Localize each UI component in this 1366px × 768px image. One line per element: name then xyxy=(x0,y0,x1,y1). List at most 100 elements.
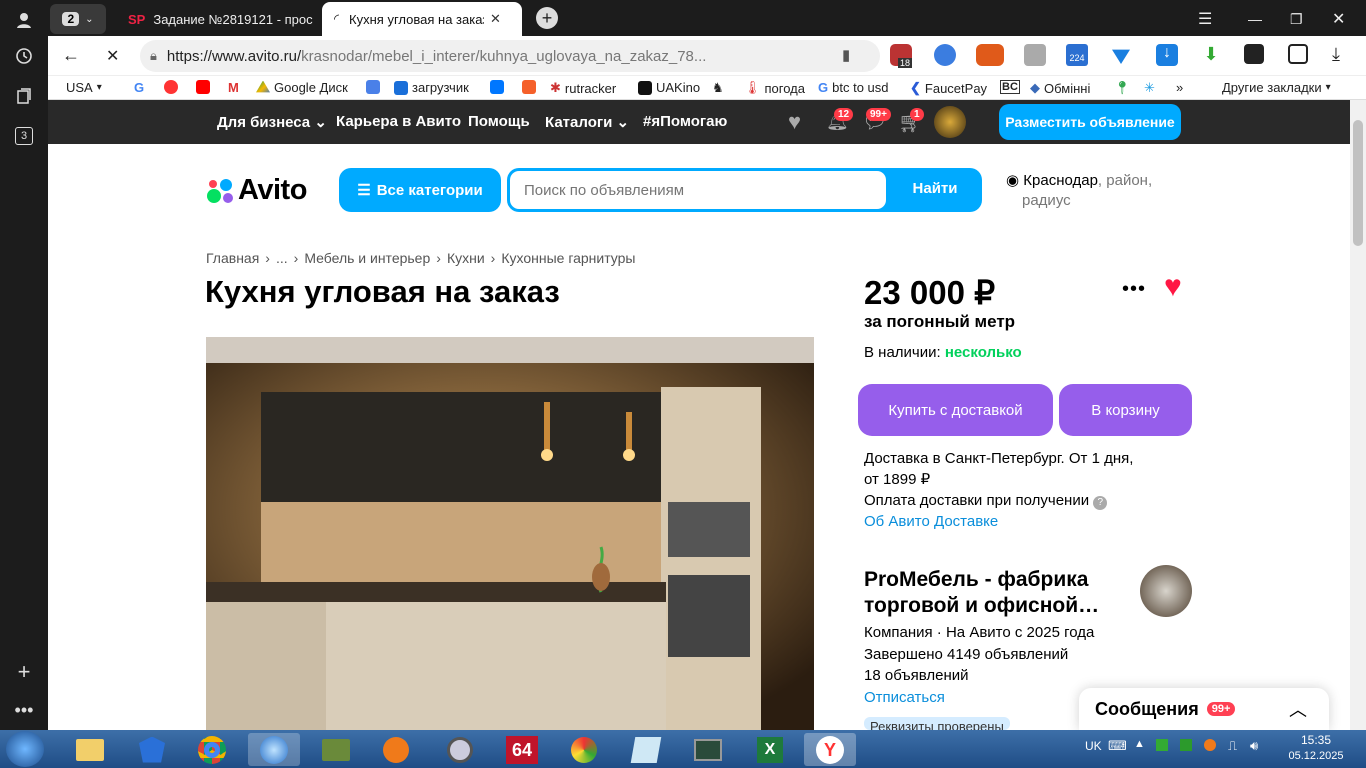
ext-code-icon[interactable] xyxy=(1244,44,1264,64)
more-options-icon[interactable]: ••• xyxy=(1122,278,1146,301)
aida64-taskbar-icon[interactable]: 64 xyxy=(496,733,548,766)
seller-name[interactable]: ProМебель - фабрика торговой и офисной… xyxy=(864,567,1099,619)
nav-help-campaign[interactable]: #яПомогаю xyxy=(643,113,727,130)
tray-app-icon[interactable] xyxy=(1180,739,1192,751)
ext-archive-icon[interactable] xyxy=(1024,44,1046,66)
bookmark-drive[interactable]: Google Диск xyxy=(256,80,348,95)
breadcrumb-ellipsis[interactable]: ... xyxy=(276,250,288,266)
scrollbar[interactable] xyxy=(1350,100,1366,730)
history-icon[interactable] xyxy=(10,42,38,70)
bookmark-loader[interactable]: загрузчик xyxy=(394,80,469,95)
profile-icon[interactable] xyxy=(10,6,38,34)
language-indicator[interactable]: UK xyxy=(1085,739,1102,753)
bookmark-faucetpay[interactable]: ❮ FaucetPay xyxy=(910,80,987,96)
tray-app-icon[interactable] xyxy=(1204,739,1216,751)
bookmark-bc[interactable]: BC xyxy=(1000,80,1020,94)
bookmark-rutracker[interactable]: ✱ rutracker xyxy=(550,80,616,96)
nav-catalogs[interactable]: Каталоги ⌄ xyxy=(545,113,629,131)
bookmark-yandex[interactable] xyxy=(164,80,178,94)
ext-download-icon[interactable]: ↓ xyxy=(1156,44,1178,66)
other-bookmarks[interactable]: Другие закладки ▾ xyxy=(1222,80,1331,95)
chevron-up-icon[interactable]: ︿ xyxy=(1289,696,1307,722)
ext-calendar-icon[interactable]: 224 xyxy=(1066,44,1088,66)
player-taskbar-icon[interactable] xyxy=(370,733,422,766)
paint-taskbar-icon[interactable] xyxy=(558,733,610,766)
clock-taskbar-icon[interactable] xyxy=(434,733,486,766)
media-taskbar-icon[interactable] xyxy=(310,733,362,766)
ext-18-icon[interactable]: 18 xyxy=(890,44,912,68)
chrome-taskbar-icon[interactable] xyxy=(186,733,238,766)
close-window-icon[interactable]: ✕ xyxy=(1332,4,1345,34)
bookmark-chess[interactable]: ♞ xyxy=(712,80,724,96)
buy-with-delivery-button[interactable]: Купить с доставкой xyxy=(858,384,1053,436)
more-bookmarks-icon[interactable]: » xyxy=(1176,80,1183,95)
explorer-taskbar-icon[interactable] xyxy=(64,733,116,766)
bookmark-usa[interactable]: USA ▾ xyxy=(66,80,102,95)
tab-group[interactable]: 2 ⌄ xyxy=(50,4,106,34)
seller-avatar[interactable] xyxy=(1140,565,1192,617)
bookmark-btc[interactable]: Gbtc to usd xyxy=(818,80,889,95)
clock-date[interactable]: 05.12.2025 xyxy=(1284,750,1348,762)
new-tab-button[interactable]: + xyxy=(536,7,558,29)
bookmark-google[interactable]: G xyxy=(134,80,144,95)
bookmark-translate[interactable] xyxy=(366,80,380,94)
ext-office-icon[interactable] xyxy=(1288,44,1308,64)
clock-time[interactable]: 15:35 xyxy=(1290,733,1342,747)
unsubscribe-link[interactable]: Отписаться xyxy=(864,687,1094,709)
favorite-heart-icon[interactable]: ♥ xyxy=(1164,270,1182,304)
tab-active[interactable]: ◜ Кухня угловая на заказ ✕ xyxy=(322,2,522,36)
menu-icon[interactable]: ☰ xyxy=(1198,4,1212,34)
breadcrumb-home[interactable]: Главная xyxy=(206,250,259,266)
post-ad-button[interactable]: Разместить объявление xyxy=(999,104,1181,140)
breadcrumb-sets[interactable]: Кухонные гарнитуры xyxy=(501,250,635,266)
url-field[interactable]: 🔒︎ https://www.avito.ru/ krasnodar/mebel… xyxy=(140,40,880,72)
ext-speed-icon[interactable] xyxy=(976,44,1004,66)
messages-widget[interactable]: Сообщения 99+ ︿ xyxy=(1079,688,1329,730)
downloads-icon[interactable]: ⤓ xyxy=(1332,44,1340,65)
monitor-taskbar-icon[interactable] xyxy=(682,733,734,766)
search-input[interactable] xyxy=(510,171,886,209)
bookmark-star[interactable]: ✳ xyxy=(1144,80,1155,96)
stop-icon[interactable]: ✕ xyxy=(106,46,119,66)
excel-taskbar-icon[interactable]: X xyxy=(744,733,796,766)
volume-icon[interactable]: 🔊︎ xyxy=(1250,738,1258,754)
minimize-icon[interactable]: — xyxy=(1248,4,1262,34)
restore-icon[interactable]: ❐ xyxy=(1290,4,1303,34)
delivery-link[interactable]: Об Авито Доставке xyxy=(864,511,1133,532)
help-icon[interactable]: ? xyxy=(1093,496,1108,510)
all-categories-button[interactable]: ☰ Все категории xyxy=(339,168,501,212)
bookmark-uakino[interactable]: UAKino xyxy=(638,80,700,95)
start-button[interactable] xyxy=(6,731,44,767)
tab-task[interactable]: SP Задание №2819121 - прос xyxy=(128,4,318,34)
bookmark-exchange[interactable]: ◆ Обмінні xyxy=(1030,80,1092,96)
tray-chevron-icon[interactable]: ▲ xyxy=(1134,738,1145,750)
bookmark-maps[interactable]: 📍︎ xyxy=(1114,80,1131,96)
bookmark-f[interactable] xyxy=(522,80,536,94)
ext-heart-icon[interactable] xyxy=(1112,49,1130,64)
bookmark-icon[interactable]: ▮ xyxy=(842,46,850,64)
avatar[interactable] xyxy=(934,106,966,138)
avito-logo[interactable]: Avito xyxy=(206,174,307,207)
add-to-cart-button[interactable]: В корзину xyxy=(1059,384,1192,436)
bookmark-gmail[interactable]: M xyxy=(228,80,239,95)
scrollbar-thumb[interactable] xyxy=(1353,120,1363,246)
ext-save-icon[interactable]: ⬇ xyxy=(1200,44,1222,66)
collections-icon[interactable] xyxy=(10,82,38,110)
search-button[interactable]: Найти xyxy=(891,180,979,197)
add-icon[interactable]: + xyxy=(10,658,38,686)
notes-taskbar-icon[interactable] xyxy=(620,733,672,766)
more-icon[interactable]: ••• xyxy=(10,696,38,724)
location[interactable]: ◉ Краснодар, район, радиус xyxy=(1006,171,1152,211)
breadcrumb-furniture[interactable]: Мебель и интерьер xyxy=(304,250,430,266)
bookmark-youtube[interactable] xyxy=(196,80,210,94)
nav-career[interactable]: Карьера в Авито xyxy=(336,113,461,130)
wise-taskbar-icon[interactable] xyxy=(126,733,178,766)
tray-app-icon[interactable] xyxy=(1156,739,1168,751)
favorites-icon[interactable]: ♥ xyxy=(788,109,801,135)
yandex-taskbar-icon[interactable]: Y xyxy=(804,733,856,766)
close-tab-icon[interactable]: ✕ xyxy=(490,11,501,27)
breadcrumb-kitchens[interactable]: Кухни xyxy=(447,250,485,266)
listing-photo[interactable] xyxy=(206,337,814,730)
bookmark-vk[interactable] xyxy=(490,80,504,94)
ie-taskbar-icon[interactable] xyxy=(248,733,300,766)
